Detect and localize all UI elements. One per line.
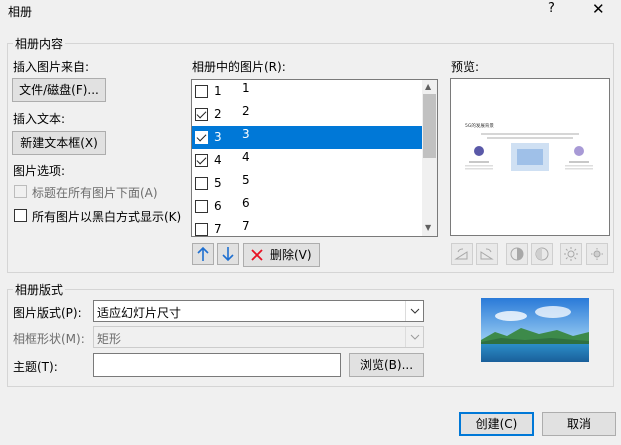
insert-from-label: 插入图片来自:	[13, 60, 90, 74]
picture-layout-value: 适应幻灯片尺寸	[97, 306, 182, 320]
theme-input[interactable]	[93, 353, 341, 377]
theme-label: 主题(T):	[13, 360, 58, 374]
black-white-label: 所有图片以黑白方式显示(K)	[32, 210, 182, 224]
picture-layout-label: 图片版式(P):	[13, 306, 82, 320]
picture-name: 4	[242, 150, 250, 164]
rotate-right-icon	[480, 248, 494, 260]
rotate-left-button[interactable]	[451, 243, 473, 265]
create-button[interactable]: 创建(C)	[459, 412, 534, 436]
picture-number: 3	[214, 130, 222, 144]
picture-checkbox[interactable]	[195, 154, 208, 167]
picture-number: 6	[214, 199, 222, 213]
picture-checkbox[interactable]	[195, 131, 208, 144]
contrast-up-icon	[510, 247, 524, 261]
close-button[interactable]: ✕	[592, 0, 605, 18]
list-item[interactable]: 1 1	[192, 80, 423, 103]
rotate-right-button[interactable]	[476, 243, 498, 265]
layout-preview-image	[481, 298, 589, 362]
picture-number: 1	[214, 84, 222, 98]
delete-x-icon	[251, 249, 263, 261]
list-item[interactable]: 4 4	[192, 149, 423, 172]
browse-button[interactable]: 浏览(B)...	[349, 353, 424, 377]
album-content-legend: 相册内容	[13, 35, 66, 52]
more-contrast-button[interactable]	[506, 243, 528, 265]
picture-name: 5	[242, 173, 250, 187]
picture-number: 4	[214, 153, 222, 167]
black-white-checkbox[interactable]	[14, 209, 27, 222]
move-down-button[interactable]	[217, 243, 239, 265]
list-item[interactable]: 2 2	[192, 103, 423, 126]
file-disk-button[interactable]: 文件/磁盘(F)...	[12, 78, 106, 102]
window-title: 相册	[8, 5, 33, 19]
picture-name: 6	[242, 196, 250, 210]
cancel-button[interactable]: 取消	[542, 412, 616, 436]
help-button[interactable]: ?	[548, 1, 555, 16]
picture-checkbox[interactable]	[195, 85, 208, 98]
picture-name: 7	[242, 219, 250, 233]
contrast-down-icon	[535, 247, 549, 261]
picture-number: 5	[214, 176, 222, 190]
delete-label: 删除(V)	[270, 248, 312, 262]
picture-options-label: 图片选项:	[13, 164, 66, 178]
arrow-down-icon	[222, 247, 234, 262]
chevron-down-icon[interactable]	[405, 327, 423, 347]
frame-shape-select[interactable]: 矩形	[93, 326, 424, 348]
list-item[interactable]: 3 3	[192, 126, 423, 149]
preview-pane: 5G的发展背景	[450, 78, 610, 236]
slide-thumbnail: 5G的发展背景	[451, 115, 609, 185]
captions-below-checkbox[interactable]	[14, 185, 27, 198]
album-layout-legend: 相册版式	[13, 281, 66, 298]
move-up-button[interactable]	[192, 243, 214, 265]
brightness-up-icon	[564, 247, 578, 261]
picture-name: 3	[242, 127, 250, 141]
slide-title-text: 5G的发展背景	[465, 122, 494, 129]
picture-checkbox[interactable]	[195, 108, 208, 121]
picture-checkbox[interactable]	[195, 200, 208, 213]
picture-checkbox[interactable]	[195, 177, 208, 190]
frame-shape-label: 相框形状(M):	[13, 332, 85, 346]
preview-label: 预览:	[451, 60, 480, 74]
delete-button[interactable]: 删除(V)	[243, 243, 320, 267]
scroll-up-icon[interactable]: ▲	[425, 82, 431, 91]
scroll-down-icon[interactable]: ▼	[425, 223, 431, 232]
rotate-left-icon	[454, 248, 468, 260]
list-item[interactable]: 5 5	[192, 172, 423, 195]
picture-name: 1	[242, 81, 250, 95]
landscape-image	[481, 298, 589, 362]
less-brightness-button[interactable]	[586, 243, 608, 265]
chevron-down-icon[interactable]	[405, 301, 423, 321]
arrow-up-icon	[197, 246, 209, 261]
less-contrast-button[interactable]	[531, 243, 553, 265]
list-item[interactable]: 6 6	[192, 195, 423, 218]
picture-name: 2	[242, 104, 250, 118]
frame-shape-value: 矩形	[97, 332, 122, 346]
new-textbox-button[interactable]: 新建文本框(X)	[12, 131, 106, 155]
more-brightness-button[interactable]	[560, 243, 582, 265]
picture-checkbox[interactable]	[195, 223, 208, 236]
picture-number: 7	[214, 222, 222, 236]
brightness-down-icon	[591, 248, 603, 260]
insert-text-label: 插入文本:	[13, 112, 66, 126]
captions-below-label: 标题在所有图片下面(A)	[32, 186, 158, 200]
pictures-listbox[interactable]: 1 1 2 2 3 3 4 4 5 5 6 6 7 7 ▲ ▼	[191, 79, 438, 237]
scrollbar-thumb[interactable]	[423, 94, 436, 158]
pictures-in-album-label: 相册中的图片(R):	[192, 60, 286, 74]
picture-layout-select[interactable]: 适应幻灯片尺寸	[93, 300, 424, 322]
picture-number: 2	[214, 107, 222, 121]
list-scrollbar[interactable]: ▲ ▼	[422, 80, 437, 236]
list-item[interactable]: 7 7	[192, 218, 423, 236]
